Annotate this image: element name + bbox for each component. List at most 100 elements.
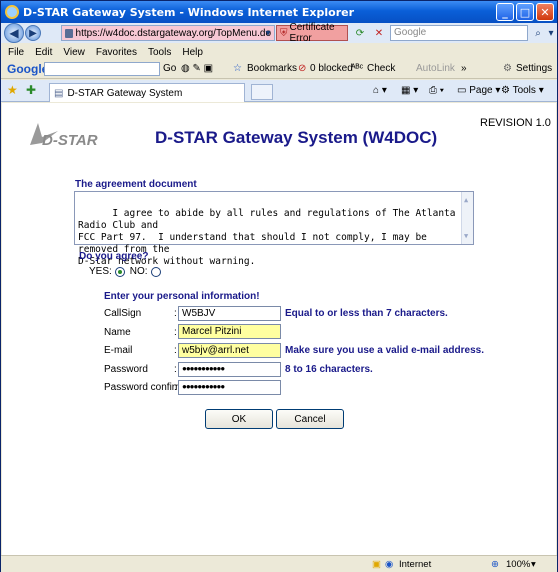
address-bar: ◀ ▶ https://w4doc.dstargateway.org/TopMe…: [1, 22, 558, 44]
forward-arrow-icon: ▶: [29, 27, 37, 39]
ie-logo-icon: [5, 5, 19, 19]
menu-view[interactable]: View: [63, 47, 85, 58]
page-menu-button[interactable]: ▭ Page ▾: [457, 85, 500, 96]
tab-page-icon: ▤: [54, 87, 64, 99]
no-label: NO:: [129, 266, 148, 277]
more-icon[interactable]: »: [461, 63, 467, 74]
search-input[interactable]: Google: [390, 25, 528, 41]
zone-label: Internet: [399, 559, 432, 570]
scroll-up-icon[interactable]: ▲: [464, 194, 468, 206]
refresh-icon[interactable]: ⟳: [353, 26, 367, 40]
email-hint: Make sure you use a valid e-mail address…: [285, 345, 484, 356]
internet-zone-icon: ◉: [385, 559, 394, 570]
feeds-icon[interactable]: ▦ ▾: [401, 85, 418, 96]
home-icon[interactable]: ⌂ ▾: [373, 85, 387, 96]
zoom-level[interactable]: 100%: [506, 559, 530, 570]
maximize-button[interactable]: □: [516, 3, 534, 21]
window-title: D-STAR Gateway System - Windows Internet…: [23, 5, 355, 19]
back-button[interactable]: ◀: [4, 23, 24, 43]
toolbar-buttons-icon[interactable]: ◍ ✎ ▣: [181, 63, 213, 74]
favorites-star-icon[interactable]: ★: [7, 83, 18, 97]
menu-help[interactable]: Help: [182, 47, 203, 58]
google-search-input[interactable]: [44, 62, 160, 76]
callsign-colon: :: [174, 308, 177, 319]
url-field[interactable]: https://w4doc.dstargateway.org/TopMenu.d…: [61, 25, 275, 41]
name-label: Name: [104, 327, 131, 338]
add-favorites-icon[interactable]: ✚: [26, 83, 36, 97]
dstar-logo: D-STAR: [30, 123, 98, 149]
menu-edit[interactable]: Edit: [35, 47, 52, 58]
certificate-error-button[interactable]: ⛨ Certificate Error: [276, 22, 348, 44]
cancel-button[interactable]: Cancel: [276, 409, 344, 429]
protected-mode-icon: ▣: [372, 559, 381, 570]
email-label: E-mail: [104, 345, 133, 356]
yes-radio[interactable]: [114, 266, 125, 277]
menu-tools[interactable]: Tools: [148, 47, 171, 58]
scroll-down-icon[interactable]: ▼: [464, 230, 468, 242]
google-go-button[interactable]: Go: [163, 63, 176, 74]
page-icon: [65, 28, 73, 38]
tab-title: D-STAR Gateway System: [67, 87, 183, 99]
settings-icon: ⚙: [503, 63, 512, 74]
ok-button[interactable]: OK: [205, 409, 273, 429]
spellcheck-icon: ᴬᴮᶜ: [351, 63, 364, 74]
name-input[interactable]: Marcel Pitzini: [178, 324, 281, 339]
tools-menu-label: Tools: [512, 85, 536, 96]
callsign-label: CallSign: [104, 308, 142, 319]
callsign-input[interactable]: W5BJV: [178, 306, 281, 321]
agree-radio-group: YES: NO:: [89, 266, 161, 277]
agreement-scrollbar[interactable]: ▲ ▼: [461, 192, 473, 244]
password-colon: :: [174, 364, 177, 375]
email-input[interactable]: w5bjv@arrl.net: [178, 343, 281, 358]
address-dropdown-icon[interactable]: ▾: [261, 26, 275, 40]
print-icon[interactable]: ⎙ ▾: [429, 85, 444, 96]
zoom-dropdown-icon[interactable]: ▾: [531, 559, 536, 570]
email-colon: :: [174, 345, 177, 356]
dstar-logo-text: D-STAR: [42, 132, 98, 149]
password-hint: 8 to 16 characters.: [285, 364, 373, 375]
tools-menu-button[interactable]: ⚙ Tools ▾: [501, 85, 544, 96]
search-icon[interactable]: ⌕: [531, 26, 545, 40]
search-dropdown-icon[interactable]: ▾: [544, 26, 558, 40]
callsign-hint: Equal to or less than 7 characters.: [285, 308, 448, 319]
password-confirm-input[interactable]: ●●●●●●●●●●●: [178, 380, 281, 395]
google-logo: Google: [7, 61, 49, 76]
url-text: https://w4doc.dstargateway.org/TopMenu.d…: [75, 27, 271, 39]
password-input[interactable]: ●●●●●●●●●●●: [178, 362, 281, 377]
password-confirm-colon: :: [174, 382, 177, 393]
agreement-textarea[interactable]: I agree to abide by all rules and regula…: [74, 191, 474, 267]
google-toolbar: Google Go ◍ ✎ ▣ ☆ Bookmarks ⊘ 0 blocked …: [1, 59, 557, 79]
no-radio[interactable]: [150, 266, 161, 277]
revision-label: REVISION 1.0: [480, 117, 551, 129]
bookmarks-button[interactable]: Bookmarks: [247, 63, 297, 74]
page-title: D-STAR Gateway System (W4DOC): [155, 128, 438, 147]
password-confirm-label: Password confirm: [104, 382, 184, 393]
check-button[interactable]: Check: [367, 63, 395, 74]
personal-info-heading: Enter your personal information!: [104, 291, 260, 302]
popup-blocker-icon: ⊘: [298, 63, 307, 74]
close-button[interactable]: ✕: [536, 3, 554, 21]
menu-file[interactable]: File: [8, 47, 24, 58]
star-icon: ☆: [233, 63, 242, 74]
agree-question: Do you agree?: [79, 251, 149, 262]
minimize-button[interactable]: _: [496, 3, 514, 21]
new-tab-button[interactable]: [251, 84, 273, 100]
page-content: D-STAR REVISION 1.0 D-STAR Gateway Syste…: [2, 103, 556, 555]
forward-button[interactable]: ▶: [25, 25, 41, 41]
title-bar: D-STAR Gateway System - Windows Internet…: [1, 1, 557, 23]
page-menu-label: Page: [469, 85, 493, 96]
autolink-button[interactable]: AutoLink: [416, 63, 455, 74]
menu-bar: File Edit View Favorites Tools Help: [1, 45, 557, 59]
blocked-count[interactable]: 0 blocked: [310, 63, 353, 74]
tab-dstar[interactable]: ▤ D-STAR Gateway System: [49, 83, 245, 102]
back-arrow-icon: ◀: [9, 26, 19, 40]
password-label: Password: [104, 364, 148, 375]
menu-favorites[interactable]: Favorites: [96, 47, 137, 58]
agreement-heading: The agreement document: [75, 179, 197, 190]
status-bar: ▣ ◉ Internet ⊕ 100% ▾: [1, 555, 557, 572]
yes-label: YES:: [89, 266, 112, 277]
stop-icon[interactable]: ✕: [372, 26, 386, 40]
certificate-error-label: Certificate Error: [289, 22, 335, 44]
name-colon: :: [174, 327, 177, 338]
settings-button[interactable]: Settings: [516, 63, 552, 74]
